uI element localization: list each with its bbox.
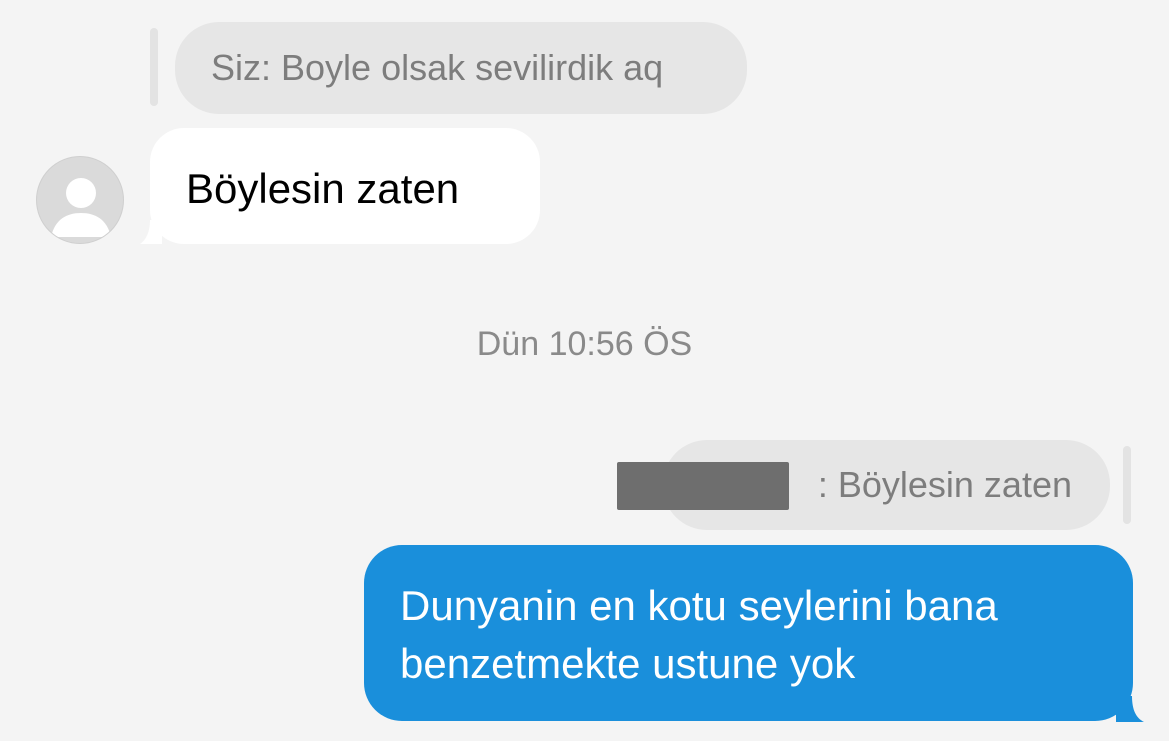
outgoing-message-line-2: benzetmekte ustune yok xyxy=(400,640,856,687)
outgoing-message-line-1: Dunyanin en kotu seylerini bana xyxy=(400,582,998,629)
incoming-bubble-tail xyxy=(140,220,162,244)
outgoing-message-bubble[interactable]: Dunyanin en kotu seylerini bana benzetme… xyxy=(364,545,1133,721)
reply-indicator-bar xyxy=(1123,446,1131,524)
redacted-username xyxy=(617,462,789,510)
incoming-message-text: Böylesin zaten xyxy=(186,165,460,212)
default-user-icon xyxy=(51,178,111,237)
reply-preview-text: : Böylesin zaten xyxy=(817,464,1072,505)
reply-preview-text: Siz: Boyle olsak sevilirdik aq xyxy=(211,47,664,88)
reply-preview-bubble[interactable]: Siz: Boyle olsak sevilirdik aq xyxy=(175,22,747,114)
sender-avatar[interactable] xyxy=(36,156,124,244)
message-timestamp: Dün 10:56 ÖS xyxy=(476,325,693,363)
outgoing-bubble-tail xyxy=(1116,696,1144,722)
incoming-message-bubble[interactable]: Böylesin zaten xyxy=(150,128,540,244)
reply-indicator-bar xyxy=(150,28,158,106)
